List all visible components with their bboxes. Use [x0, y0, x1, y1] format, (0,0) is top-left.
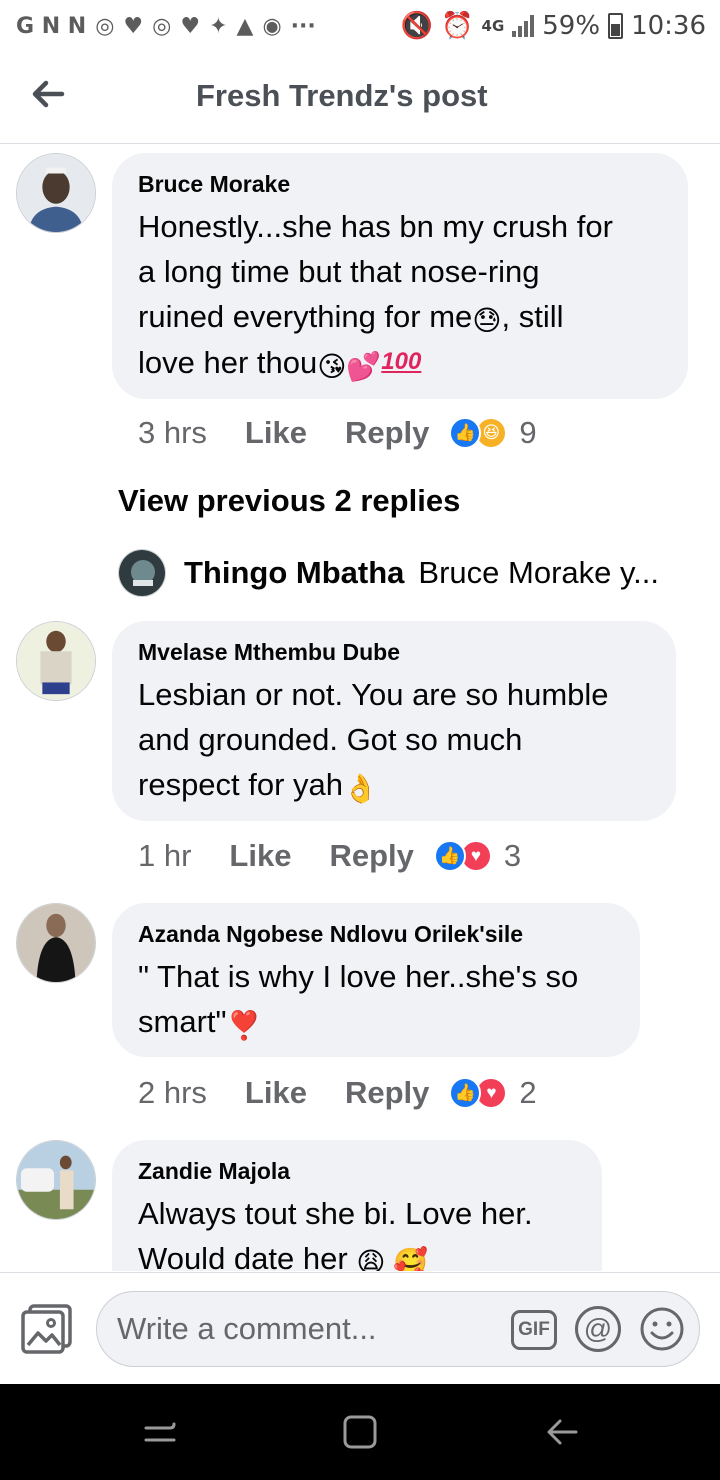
network-type: 4G	[481, 17, 505, 35]
comment-bubble[interactable]: Zandie Majola Always tout she bi. Love h…	[112, 1140, 602, 1271]
alarm-icon: ⏰	[441, 11, 474, 41]
like-reaction-icon: 👍	[449, 417, 482, 449]
avatar[interactable]	[16, 621, 96, 701]
comment-input-box[interactable]: GIF @	[96, 1291, 700, 1367]
comment-line: " That is why I love her..she's so	[138, 959, 579, 994]
comment-text: Lesbian or not. You are so humble and gr…	[138, 672, 650, 807]
comment-actions: 3 hrs Like Reply 👍 😆 9	[138, 411, 537, 455]
mention-button[interactable]: @	[575, 1306, 621, 1352]
signal-icon	[512, 15, 535, 37]
comment-list[interactable]: Bruce Morake Honestly...she has bn my cr…	[0, 145, 720, 1271]
reply-snippet: Bruce Morake y...	[418, 555, 660, 590]
comment-author[interactable]: Zandie Majola	[138, 1158, 576, 1185]
reply-button[interactable]: Reply	[345, 1075, 429, 1111]
comment-line: smart"❣️	[138, 1004, 262, 1041]
smile-icon	[640, 1307, 684, 1351]
reaction-summary[interactable]: 👍 😆 9	[449, 415, 537, 451]
avatar[interactable]	[16, 1140, 96, 1220]
comment-line: ruined everything for me😓, still	[138, 299, 564, 336]
avatar[interactable]	[16, 903, 96, 983]
comment-bubble[interactable]: Mvelase Mthembu Dube Lesbian or not. You…	[112, 621, 676, 821]
hundred-points-emoji: 100	[381, 348, 422, 375]
system-nav-bar	[0, 1384, 720, 1480]
back-nav-icon	[547, 1419, 578, 1445]
comment-composer: GIF @	[0, 1272, 720, 1384]
photo-button[interactable]	[20, 1303, 74, 1355]
arrow-left-icon	[32, 80, 65, 108]
warning-icon: ▲	[236, 13, 254, 39]
comment-time[interactable]: 1 hr	[138, 838, 191, 874]
battery-icon	[608, 13, 624, 39]
view-previous-replies-link[interactable]: View previous 2 replies	[118, 483, 460, 519]
reaction-count: 9	[519, 415, 537, 450]
more-notifications-icon: ···	[290, 13, 316, 39]
comment-line: and grounded. Got so much	[138, 722, 523, 757]
emoji-button[interactable]	[639, 1306, 685, 1352]
mute-icon: 🔇	[400, 11, 434, 41]
comment-bubble[interactable]: Bruce Morake Honestly...she has bn my cr…	[112, 153, 688, 399]
comment-author[interactable]: Mvelase Mthembu Dube	[138, 639, 650, 666]
comment-actions: 2 hrs Like Reply 👍 ♥ 2	[138, 1071, 537, 1115]
like-button[interactable]: Like	[245, 415, 307, 451]
home-button[interactable]	[340, 1412, 380, 1452]
home-icon	[343, 1415, 377, 1449]
comment-input[interactable]	[117, 1306, 497, 1352]
sad-sweat-emoji: 😓	[472, 305, 502, 336]
reply-preview[interactable]: Thingo Mbatha Bruce Morake y...	[118, 549, 708, 597]
wifi-calling-icon: ◎	[152, 13, 172, 39]
ok-hand-emoji: 👌	[343, 773, 378, 804]
comment-time[interactable]: 2 hrs	[138, 1075, 207, 1111]
comment-line: love her thou😘💕100	[138, 339, 662, 385]
comment-line: Lesbian or not. You are so humble	[138, 677, 609, 712]
reply-author[interactable]: Thingo Mbatha	[184, 555, 404, 591]
comment-text: " That is why I love her..she's so smart…	[138, 954, 614, 1044]
gif-button[interactable]: GIF	[511, 1310, 557, 1350]
comment-author[interactable]: Azanda Ngobese Ndlovu Orilek'sile	[138, 921, 614, 948]
like-reaction-icon: 👍	[449, 1077, 482, 1109]
reply-button[interactable]: Reply	[329, 838, 413, 874]
heart-icon: ♥	[180, 13, 201, 39]
photo-icon	[21, 1304, 72, 1354]
comment-line: Honestly...she has bn my crush for	[138, 209, 613, 244]
status-notifications: G N N ◎ ♥ ◎ ♥ ✦ ▲ ◉ ···	[16, 14, 316, 39]
like-reaction-icon: 👍	[433, 840, 466, 872]
recent-apps-icon	[144, 1422, 176, 1442]
heart-exclamation-emoji: ❣️	[226, 1010, 262, 1041]
clock: 10:36	[631, 11, 706, 41]
weary-smiling-hearts-emoji: 😩 🥰	[356, 1247, 429, 1272]
status-system: 🔇 ⏰ 4G 59% 10:36	[401, 11, 706, 41]
comment-line: Always tout she bi. Love her.	[138, 1196, 533, 1231]
kiss-hearts-emoji: 😘💕	[317, 351, 382, 382]
comment-text: Honestly...she has bn my crush for a lon…	[138, 204, 662, 385]
recent-apps-button[interactable]	[140, 1412, 180, 1452]
wifi-calling-icon: ◎	[95, 13, 115, 39]
back-button[interactable]	[28, 74, 68, 114]
comment-text: Always tout she bi. Love her. Would date…	[138, 1191, 576, 1271]
notification-app-labels: G N N	[16, 13, 87, 39]
reaction-summary[interactable]: 👍 ♥ 2	[449, 1075, 537, 1111]
comment-line: respect for yah👌	[138, 767, 378, 804]
app-header: Fresh Trendz's post	[0, 52, 720, 144]
reaction-summary[interactable]: 👍 ♥ 3	[433, 838, 522, 874]
comment-author[interactable]: Bruce Morake	[138, 171, 662, 198]
comment-line: Would date her 😩 🥰	[138, 1236, 576, 1271]
comment-actions: 1 hr Like Reply 👍 ♥ 3	[138, 834, 521, 878]
comment-line: a long time but that nose-ring	[138, 254, 540, 289]
comment-time[interactable]: 3 hrs	[138, 415, 207, 451]
status-bar: G N N ◎ ♥ ◎ ♥ ✦ ▲ ◉ ··· 🔇 ⏰ 4G 59% 10:36	[0, 0, 720, 52]
avatar[interactable]	[16, 153, 96, 233]
twitter-icon: ✦	[209, 13, 228, 39]
message-icon: ◉	[262, 13, 282, 39]
page-title: Fresh Trendz's post	[196, 78, 488, 113]
battery-level: 59%	[542, 11, 601, 41]
like-button[interactable]: Like	[229, 838, 291, 874]
reaction-count: 3	[503, 838, 522, 873]
reply-button[interactable]: Reply	[345, 415, 429, 451]
heart-icon: ♥	[123, 13, 144, 39]
comment-bubble[interactable]: Azanda Ngobese Ndlovu Orilek'sile " That…	[112, 903, 640, 1057]
back-nav-button[interactable]	[542, 1412, 582, 1452]
like-button[interactable]: Like	[245, 1075, 307, 1111]
avatar[interactable]	[118, 549, 166, 597]
reaction-count: 2	[519, 1075, 537, 1110]
